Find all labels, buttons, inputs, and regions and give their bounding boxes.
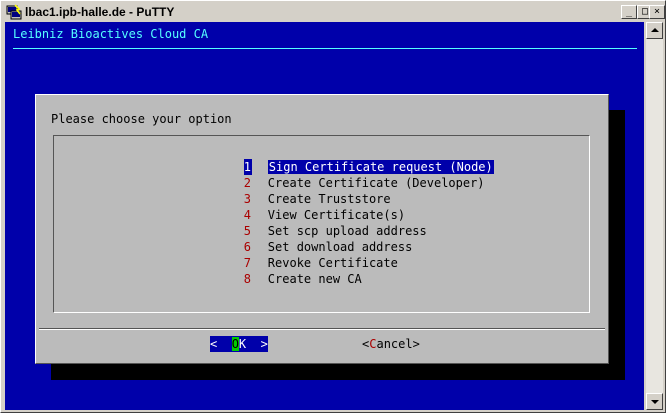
putty-window: lbac1.ipb-halle.de - PuTTY _ □ × Leibniz… <box>0 0 666 413</box>
ok-button-suffix: K > <box>238 337 268 351</box>
menu-item-create-certificate[interactable]: 2 Create Certificate (Developer) <box>186 159 485 190</box>
putty-icon[interactable] <box>6 4 22 20</box>
terminal-header: Leibniz Bioactives Cloud CA <box>13 27 209 41</box>
maximize-icon: □ <box>641 6 649 17</box>
dialog-prompt: Please choose your option <box>51 112 232 126</box>
menu-item-set-download[interactable]: 6 Set download address <box>186 223 413 254</box>
vertical-scrollbar[interactable] <box>646 22 663 410</box>
scroll-up-button[interactable] <box>646 22 663 39</box>
close-icon: × <box>653 6 661 17</box>
minimize-button[interactable]: _ <box>621 5 637 19</box>
cancel-button-suffix: ancel> <box>376 337 420 351</box>
title-bar[interactable]: lbac1.ipb-halle.de - PuTTY _ □ × <box>3 3 665 21</box>
menu-item-view-certificates[interactable]: 4 View Certificate(s) <box>186 191 405 222</box>
cancel-button[interactable]: <Cancel> <box>362 336 420 352</box>
header-rule <box>13 48 637 49</box>
ok-button[interactable]: < OK > <box>210 336 268 352</box>
menu-item-number: 8 <box>243 272 252 286</box>
close-button[interactable]: × <box>649 5 665 19</box>
ok-button-prefix: < <box>210 337 232 351</box>
scroll-up-icon <box>651 28 659 32</box>
terminal-area[interactable]: Leibniz Bioactives Cloud CA Please choos… <box>5 22 644 410</box>
menu-item-set-scp-upload[interactable]: 5 Set scp upload address <box>186 207 427 238</box>
scroll-down-icon <box>651 400 659 404</box>
dialog-separator-highlight <box>39 329 605 330</box>
menu-item-label: Create new CA <box>267 272 362 286</box>
menu-dialog: Please choose your option 1 Sign Certific… <box>35 94 609 364</box>
window-title: lbac1.ipb-halle.de - PuTTY <box>25 5 175 19</box>
ok-button-hotkey: O <box>231 337 239 351</box>
menu-item-revoke-certificate[interactable]: 7 Revoke Certificate <box>186 239 398 270</box>
minimize-icon: _ <box>625 6 633 17</box>
scroll-down-button[interactable] <box>646 393 663 410</box>
menu-item-create-truststore[interactable]: 3 Create Truststore <box>186 175 391 206</box>
menu-item-sign-certificate[interactable]: 1 Sign Certificate request (Node) <box>186 143 494 175</box>
menu-item-create-ca[interactable]: 8 Create new CA <box>186 255 362 286</box>
